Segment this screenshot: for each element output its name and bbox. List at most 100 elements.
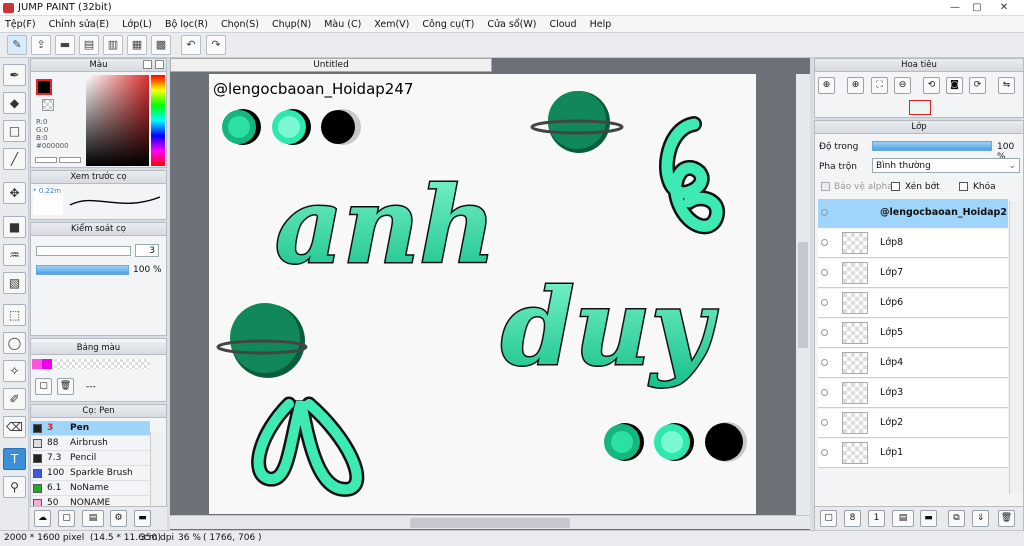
eraser-tool-icon[interactable]: ◆ xyxy=(3,92,26,114)
move-tool-icon[interactable]: ✥ xyxy=(3,182,26,204)
brush-folder-icon[interactable]: ▬ xyxy=(134,510,151,527)
menu-filter[interactable]: Bộ lọc(R) xyxy=(165,16,208,33)
layers-icon[interactable]: ▦ xyxy=(127,35,147,55)
rect-select-tool-icon[interactable]: ⬚ xyxy=(3,304,26,326)
delete-layer-icon[interactable]: 🗑 xyxy=(998,510,1015,527)
layer-row[interactable]: Lớp4 xyxy=(818,349,1008,378)
vertical-scroll-thumb[interactable] xyxy=(798,242,808,348)
comment-icon[interactable]: ▬ xyxy=(55,35,75,55)
brush-cloud-icon[interactable]: ☁ xyxy=(34,510,51,527)
brush-opacity-slider[interactable] xyxy=(36,265,129,275)
layer-row[interactable]: Lớp6 xyxy=(818,289,1008,318)
layer-row[interactable]: Lớp1 xyxy=(818,439,1008,468)
brush-copy-icon[interactable]: ▤ xyxy=(82,510,104,527)
fit-icon[interactable]: ⛶ xyxy=(871,77,888,94)
menu-file[interactable]: Tệp(F) xyxy=(5,16,36,33)
horizontal-scroll-thumb[interactable] xyxy=(410,518,570,528)
merge-layer-icon[interactable]: ⇓ xyxy=(972,510,989,527)
menu-select[interactable]: Chọn(S) xyxy=(221,16,259,33)
eyedropper-tool-icon[interactable]: ⚲ xyxy=(3,476,26,498)
navigator-thumbnail[interactable] xyxy=(909,100,931,115)
undo-icon[interactable]: ↶ xyxy=(181,35,201,55)
brush-list-item[interactable]: 88 Airbrush xyxy=(30,436,150,451)
zoom-out-icon[interactable]: ⊖ xyxy=(894,77,911,94)
alpha-protect-checkbox[interactable] xyxy=(821,182,830,191)
palette-swatch[interactable] xyxy=(42,359,52,369)
layer-row[interactable]: Lớp5 xyxy=(818,319,1008,348)
duplicate-layer-icon[interactable]: ⧉ xyxy=(948,510,965,527)
reset-rotation-icon[interactable]: ◙ xyxy=(946,77,963,94)
lock-checkbox[interactable] xyxy=(959,182,968,191)
menu-color[interactable]: Màu (C) xyxy=(324,16,361,33)
rectangle-tool-icon[interactable]: □ xyxy=(3,120,26,142)
layer-list-scrollbar[interactable] xyxy=(1009,201,1023,494)
zoom-in-icon[interactable]: ⊕ xyxy=(818,77,835,94)
zoom-plus-icon[interactable]: ⊕ xyxy=(847,77,864,94)
panel-icon[interactable]: ▤ xyxy=(79,35,99,55)
rotate-right-icon[interactable]: ⟳ xyxy=(969,77,986,94)
layer-visibility-icon[interactable] xyxy=(821,299,828,306)
menu-help[interactable]: Help xyxy=(590,16,612,33)
saturation-value-picker[interactable] xyxy=(86,75,149,166)
document-tab[interactable]: Untitled xyxy=(170,58,492,72)
panel-float-icon[interactable] xyxy=(143,60,152,69)
brush-size-slider[interactable] xyxy=(36,246,131,256)
panel-close-icon[interactable] xyxy=(155,60,164,69)
bucket-tool-icon[interactable]: ♒ xyxy=(3,244,26,266)
new-palette-icon[interactable]: ▢ xyxy=(35,378,52,395)
layer-8bit-icon[interactable]: 8 xyxy=(844,510,861,527)
new-brush-icon[interactable]: ▢ xyxy=(58,510,75,527)
delete-palette-icon[interactable]: 🗑 xyxy=(57,378,74,395)
layer-opacity-slider[interactable] xyxy=(872,141,992,151)
layer-visibility-icon[interactable] xyxy=(821,359,828,366)
menu-edit[interactable]: Chỉnh sửa(E) xyxy=(49,16,110,33)
redo-icon[interactable]: ↷ xyxy=(206,35,226,55)
layer-row[interactable]: Lớp2 xyxy=(818,409,1008,438)
close-button[interactable]: ✕ xyxy=(988,0,1020,15)
brush-list-item[interactable]: 6.1 NoName xyxy=(30,481,150,496)
brush-mode-icon[interactable]: ✎ xyxy=(7,35,27,55)
restore-button[interactable]: ▢ xyxy=(966,0,988,15)
layer-folder-icon[interactable]: ▬ xyxy=(920,510,937,527)
select-eraser-tool-icon[interactable]: ⌫ xyxy=(3,416,26,438)
layer-1bit-icon[interactable]: 1 xyxy=(868,510,885,527)
layer-visibility-icon[interactable] xyxy=(821,209,828,216)
document-icon[interactable]: ▥ xyxy=(103,35,123,55)
fill-rect-tool-icon[interactable]: ■ xyxy=(3,216,26,238)
pen-tool-icon[interactable]: ✒ xyxy=(3,64,26,86)
menu-cloud[interactable]: Cloud xyxy=(549,16,576,33)
blend-mode-select[interactable]: Bình thường ⌄ xyxy=(872,158,1020,173)
brush-settings-icon[interactable]: ⚙ xyxy=(110,510,127,527)
layer-add-menu-icon[interactable]: ▤ xyxy=(892,510,914,527)
brush-list-item[interactable]: 3 Pen xyxy=(30,421,150,436)
menu-capture[interactable]: Chụp(N) xyxy=(272,16,311,33)
brush-size-input[interactable]: 3 xyxy=(135,244,159,257)
grid-icon[interactable]: ▩ xyxy=(151,35,171,55)
flip-icon[interactable]: ⇋ xyxy=(998,77,1015,94)
remove-swatch-button[interactable] xyxy=(59,157,81,163)
layer-visibility-icon[interactable] xyxy=(821,329,828,336)
layer-row[interactable]: Lớp7 xyxy=(818,259,1008,288)
layer-visibility-icon[interactable] xyxy=(821,269,828,276)
canvas-vertical-scrollbar[interactable] xyxy=(796,74,810,515)
layer-visibility-icon[interactable] xyxy=(821,239,828,246)
canvas-paper[interactable]: @lengocbaoan_Hoidap247 anh duy xyxy=(209,74,756,514)
magic-wand-tool-icon[interactable]: ✧ xyxy=(3,360,26,382)
gradient-tool-icon[interactable]: ▧ xyxy=(3,272,26,294)
layer-visibility-icon[interactable] xyxy=(821,389,828,396)
menu-layer[interactable]: Lớp(L) xyxy=(122,16,152,33)
new-layer-icon[interactable]: ▢ xyxy=(820,510,837,527)
layer-visibility-icon[interactable] xyxy=(821,419,828,426)
brush-list-item[interactable]: 7.3 Pencil xyxy=(30,451,150,466)
secondary-color-swatch[interactable] xyxy=(42,99,54,111)
brush-list-item[interactable]: 100 Sparkle Brush xyxy=(30,466,150,481)
layer-row[interactable]: Lớp3 xyxy=(818,379,1008,408)
line-tool-icon[interactable]: ╱ xyxy=(3,148,26,170)
menu-window[interactable]: Cửa sổ(W) xyxy=(487,16,536,33)
menu-view[interactable]: Xem(V) xyxy=(374,16,409,33)
minimize-button[interactable]: — xyxy=(944,0,966,15)
hue-slider[interactable] xyxy=(151,75,165,166)
layer-visibility-icon[interactable] xyxy=(821,449,828,456)
select-pen-tool-icon[interactable]: ✐ xyxy=(3,388,26,410)
export-icon[interactable]: ⇪ xyxy=(31,35,51,55)
